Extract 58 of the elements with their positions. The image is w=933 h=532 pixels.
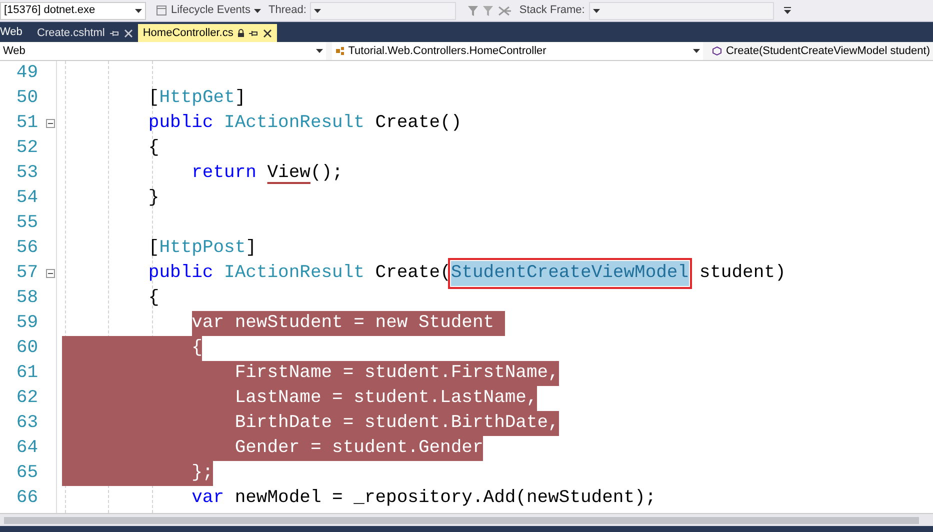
filter-icons-drawing xyxy=(468,4,512,16)
lock-icon xyxy=(238,29,244,37)
line-number: 56 xyxy=(15,237,38,260)
caret-icon xyxy=(692,49,700,53)
caret-icon xyxy=(316,49,324,53)
stack-frame-label: Stack Frame: xyxy=(519,3,585,18)
code-line: BirthDate = student.BirthDate, xyxy=(62,411,559,436)
line-number: 54 xyxy=(15,187,38,210)
horizontal-scrollbar[interactable] xyxy=(0,513,933,526)
caret-icon xyxy=(314,8,322,12)
code-line: }; xyxy=(62,461,214,486)
project-dropdown[interactable]: Web xyxy=(0,42,326,60)
line-number: 52 xyxy=(15,137,38,160)
lifecycle-events-button[interactable]: Lifecycle Events xyxy=(171,2,262,19)
line-number: 49 xyxy=(15,62,38,85)
code-line: [HttpPost] xyxy=(147,237,256,260)
code-line: return View(); xyxy=(190,162,343,185)
process-dropdown[interactable]: [15376] dotnet.exe xyxy=(0,2,146,20)
code-line: var newModel = _repository.Add(newStudent); xyxy=(190,487,656,510)
line-number: 51 xyxy=(15,112,38,135)
line-number: 59 xyxy=(15,312,38,335)
caret-icon xyxy=(135,8,142,12)
class-icon xyxy=(335,46,346,56)
code-line: LastName = student.LastName, xyxy=(62,386,538,411)
line-number: 53 xyxy=(15,162,38,185)
line-number: 50 xyxy=(15,87,38,110)
code-line: var newStudent = new Student xyxy=(62,311,505,336)
code-line: { xyxy=(62,336,202,361)
code-line: [HttpGet] xyxy=(147,87,246,110)
project-label: Web xyxy=(0,24,24,40)
line-number: 60 xyxy=(15,337,38,360)
pin-icon[interactable] xyxy=(249,28,258,38)
collapse-icon[interactable] xyxy=(46,119,54,128)
line-number: 61 xyxy=(15,362,38,385)
class-dropdown[interactable]: Tutorial.Web.Controllers.HomeController xyxy=(332,42,703,60)
close-icon[interactable] xyxy=(263,28,272,38)
code-line: { xyxy=(147,137,160,160)
code-line: FirstName = student.FirstName, xyxy=(62,361,559,386)
overflow-icon[interactable] xyxy=(784,7,791,14)
line-number: 65 xyxy=(15,462,38,485)
line-number: 58 xyxy=(15,287,38,310)
caret-icon xyxy=(592,8,600,12)
code-line: { xyxy=(147,287,160,310)
line-number: 55 xyxy=(15,212,38,235)
line-number: 62 xyxy=(15,387,38,410)
line-number: 66 xyxy=(15,487,38,510)
line-number: 64 xyxy=(15,437,38,460)
code-line: } xyxy=(147,187,160,210)
code-line: public IActionResult Create(StudentCreateViewModel student) xyxy=(62,261,786,286)
member-dropdown[interactable]: Create(StudentCreateViewModel student) xyxy=(708,42,933,60)
caret-icon xyxy=(254,8,262,12)
code-line: Gender = student.Gender xyxy=(62,436,484,461)
collapse-icon[interactable] xyxy=(46,269,54,278)
editor-tab[interactable]: HomeController.cs xyxy=(138,24,278,42)
line-number: 63 xyxy=(15,412,38,435)
thread-label: Thread: xyxy=(268,3,306,18)
line-number: 57 xyxy=(15,262,38,285)
code-line: public IActionResult Create() xyxy=(147,112,462,135)
